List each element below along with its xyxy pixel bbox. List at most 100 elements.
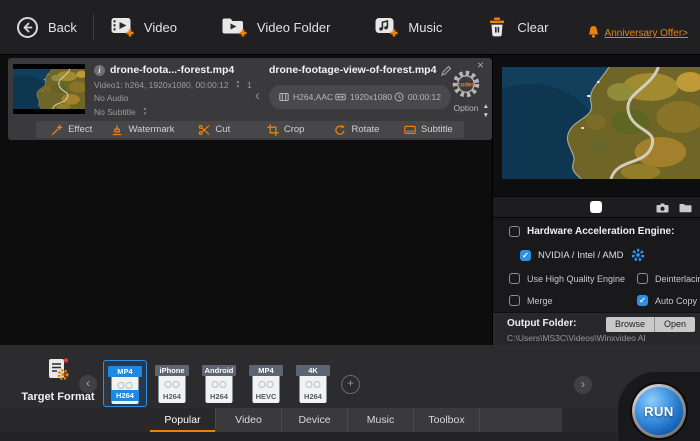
video-track-info: Video1: h264, 1920x1080, 00:00:12: [94, 80, 229, 90]
subtitle-track-info: No Subtitle: [94, 107, 136, 117]
clear-button[interactable]: Clear: [486, 16, 548, 39]
file-list-area: i drone-foota...-forest.mp4 Video1: h264…: [0, 55, 492, 345]
browse-button[interactable]: Browse: [606, 317, 655, 332]
add-music-button[interactable]: Music: [374, 16, 442, 39]
back-button[interactable]: Back: [16, 16, 77, 39]
cut-tool-button[interactable]: Cut: [179, 124, 250, 136]
resolution-icon: [335, 92, 346, 102]
remove-file-icon[interactable]: ×: [477, 59, 484, 71]
option-gear-icon[interactable]: codec: [451, 69, 481, 99]
subtitle-tool-button[interactable]: Subtitle: [393, 124, 464, 136]
film-reel-icon: [212, 381, 227, 388]
gpu-settings-gear-icon[interactable]: [631, 248, 645, 262]
move-up-icon[interactable]: ▲: [483, 104, 489, 110]
add-video-icon: [110, 16, 135, 39]
add-video-button[interactable]: Video: [110, 16, 177, 39]
watermark-tool-button[interactable]: Watermark: [107, 124, 178, 136]
hardware-accel-label: Hardware Acceleration Engine:: [527, 226, 674, 237]
preview-controls: [493, 196, 700, 218]
video-file-card: i drone-foota...-forest.mp4 Video1: h264…: [8, 58, 492, 140]
format-item-android-h264[interactable]: Android H264: [197, 360, 241, 407]
rotate-tool-button[interactable]: Rotate: [321, 124, 392, 136]
format-item-iphone-h264[interactable]: iPhone H264: [150, 360, 194, 407]
output-file-name: drone-footage-view-of-forest.mp4: [269, 64, 436, 76]
snapshot-camera-icon[interactable]: [656, 203, 669, 213]
anniversary-offer-link[interactable]: Anniversary Offer>: [587, 25, 688, 39]
format-item-mp4-hevc[interactable]: MP4 HEVC: [244, 360, 288, 407]
add-media-group: Video Video Folder: [110, 16, 549, 39]
crop-tool-button[interactable]: Crop: [250, 124, 321, 136]
engine-options: Hardware Acceleration Engine: ✓ NVIDIA /…: [493, 218, 700, 312]
preview-video-frame[interactable]: [502, 67, 700, 179]
run-button[interactable]: RUN: [630, 382, 688, 440]
toolbar-divider: [93, 14, 94, 40]
tab-music[interactable]: Music: [348, 408, 414, 432]
film-reel-icon: [259, 381, 274, 388]
scroll-formats-left-button[interactable]: ‹: [79, 375, 97, 393]
format-item-4k-h264[interactable]: 4K H264: [291, 360, 335, 407]
deinterlacing-label: Deinterlacing: [655, 274, 700, 284]
tab-popular[interactable]: Popular: [150, 408, 216, 432]
auto-copy-label: Auto Copy: [655, 296, 697, 306]
add-video-folder-label: Video Folder: [257, 20, 330, 35]
output-info-block: drone-footage-view-of-forest.mp4: [269, 64, 451, 109]
video-thumbnail[interactable]: [13, 64, 85, 114]
source-info-block: i drone-foota...-forest.mp4 Video1: h264…: [94, 64, 256, 117]
scroll-formats-right-button[interactable]: ›: [574, 376, 592, 394]
gpu-label: NVIDIA / Intel / AMD: [538, 250, 624, 261]
move-down-icon[interactable]: ▼: [483, 113, 489, 119]
merge-checkbox[interactable]: [509, 295, 520, 306]
add-video-label: Video: [144, 20, 177, 35]
right-panel: Hardware Acceleration Engine: ✓ NVIDIA /…: [492, 55, 700, 345]
open-button[interactable]: Open: [655, 317, 695, 332]
run-button-housing: RUN: [617, 371, 700, 441]
high-quality-checkbox[interactable]: [509, 273, 520, 284]
format-list: MP4 H264 iPhone H264 Android H264 MP4 H: [103, 360, 335, 407]
subtitle-track-dropdown[interactable]: ▲ ▼: [143, 107, 147, 116]
run-label: RUN: [644, 404, 674, 419]
video-folder-icon: [221, 16, 248, 39]
effect-tool-button[interactable]: Effect: [36, 124, 107, 136]
offer-label: Anniversary Offer>: [605, 28, 688, 39]
format-item-mp4-h264[interactable]: MP4 H264: [103, 360, 147, 407]
clear-label: Clear: [517, 20, 548, 35]
merge-label: Merge: [527, 296, 553, 306]
deinterlacing-checkbox[interactable]: [637, 273, 648, 284]
tab-toolbox[interactable]: Toolbox: [414, 408, 480, 432]
preview-area: [493, 55, 700, 196]
app-window: Back Video: [0, 0, 700, 441]
target-format-icon: [45, 356, 72, 383]
format-category-tabs: Popular Video Device Music Toolbox: [150, 408, 562, 432]
back-arrow-icon: [16, 16, 39, 39]
output-folder-path: C:\Users\MS3C\Videos\Winxvideo AI: [507, 333, 646, 343]
trash-icon: [486, 16, 508, 39]
add-video-folder-button[interactable]: Video Folder: [221, 16, 330, 39]
top-toolbar: Back Video: [0, 0, 700, 55]
snapshot-folder-icon[interactable]: [679, 203, 692, 213]
output-codec: H264,AAC: [293, 92, 333, 102]
info-icon[interactable]: i: [94, 65, 105, 76]
bottom-panel: Target Format ‹ MP4 H264 iPhone H264 And…: [0, 345, 700, 441]
back-label: Back: [48, 20, 77, 35]
add-format-button[interactable]: +: [341, 375, 360, 394]
stop-button[interactable]: [590, 201, 602, 213]
collapse-chevron-icon[interactable]: ‹: [255, 88, 260, 103]
hardware-accel-checkbox[interactable]: [509, 226, 520, 237]
target-format-label: Target Format: [8, 391, 108, 403]
source-file-name: drone-foota...-forest.mp4: [110, 64, 234, 76]
add-music-icon: [374, 16, 399, 39]
tab-video[interactable]: Video: [216, 408, 282, 432]
output-folder-section: Output Folder: Browse Open C:\Users\MS3C…: [493, 312, 700, 345]
bell-icon: [587, 25, 600, 39]
tab-device[interactable]: Device: [282, 408, 348, 432]
audio-track-info: No Audio: [94, 93, 129, 103]
edit-toolbar: Effect Watermark Cut: [36, 121, 464, 138]
codec-film-icon: [279, 92, 289, 102]
gpu-checkbox[interactable]: ✓: [520, 250, 531, 261]
auto-copy-checkbox[interactable]: ✓: [637, 295, 648, 306]
high-quality-label: Use High Quality Engine: [527, 274, 625, 284]
track-number: 1: [247, 80, 252, 90]
video-track-dropdown[interactable]: ▲ ▼: [236, 80, 240, 89]
add-music-label: Music: [408, 20, 442, 35]
bottom-edge-strip: [0, 432, 700, 441]
